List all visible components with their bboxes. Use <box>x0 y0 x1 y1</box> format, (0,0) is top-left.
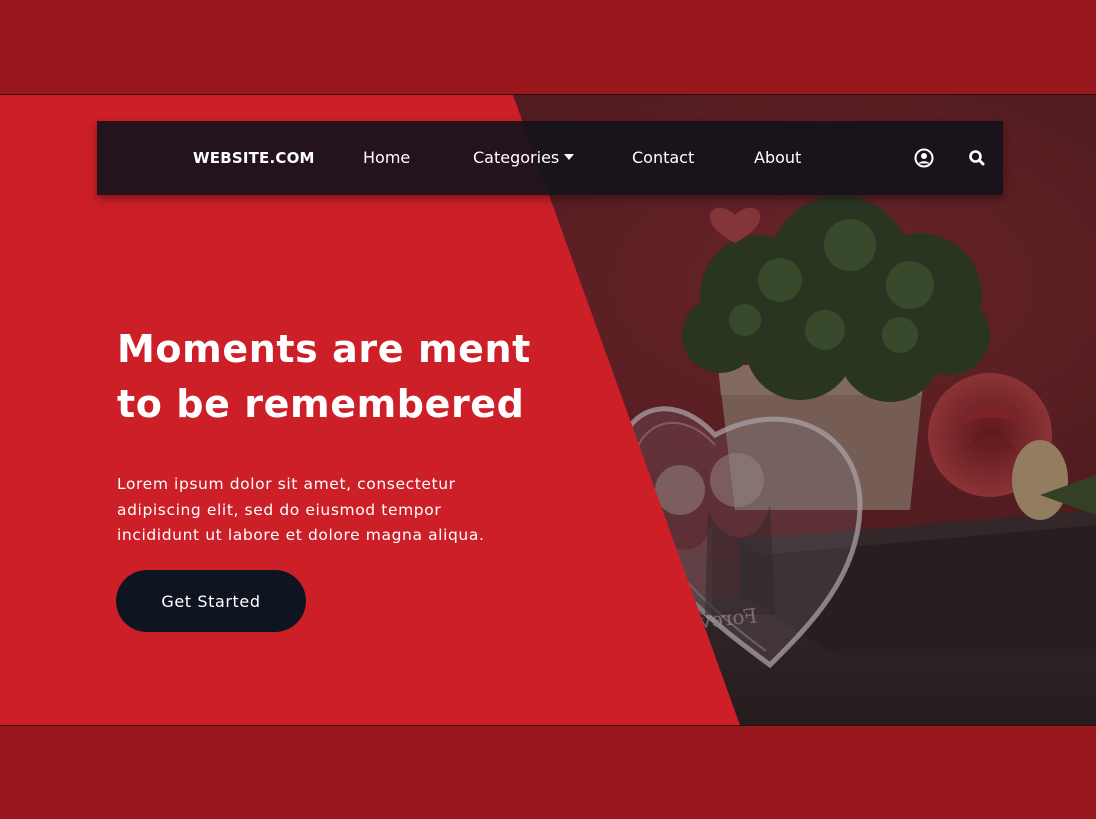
get-started-button[interactable]: Get Started <box>116 570 306 632</box>
hero-description-line-2: adipiscing elit, sed do eiusmod tempor <box>117 500 442 519</box>
nav-home-link[interactable]: Home <box>363 121 410 195</box>
hero-description: Lorem ipsum dolor sit amet, consectetur … <box>117 472 517 549</box>
hero-headline-line-2: to be remembered <box>117 382 525 426</box>
hero-headline-line-1: Moments are ment <box>117 327 531 371</box>
caret-down-icon <box>564 154 575 160</box>
hero-description-line-3: incididunt ut labore et dolore magna ali… <box>117 526 485 544</box>
nav-categories-dropdown[interactable]: Categories <box>473 121 575 195</box>
top-navbar: WEBSITE.COM Home Categories Contact Abou… <box>97 121 1003 195</box>
hero-description-line-1: Lorem ipsum dolor sit amet, consectetur <box>117 475 456 493</box>
hero-headline: Moments are ment to be remembered <box>117 322 537 432</box>
search-icon[interactable] <box>966 147 988 169</box>
site-logo[interactable]: WEBSITE.COM <box>193 121 315 195</box>
nav-contact-link[interactable]: Contact <box>632 121 694 195</box>
nav-categories-label: Categories <box>473 148 560 167</box>
nav-about-link[interactable]: About <box>754 121 801 195</box>
user-circle-icon[interactable] <box>913 147 935 169</box>
